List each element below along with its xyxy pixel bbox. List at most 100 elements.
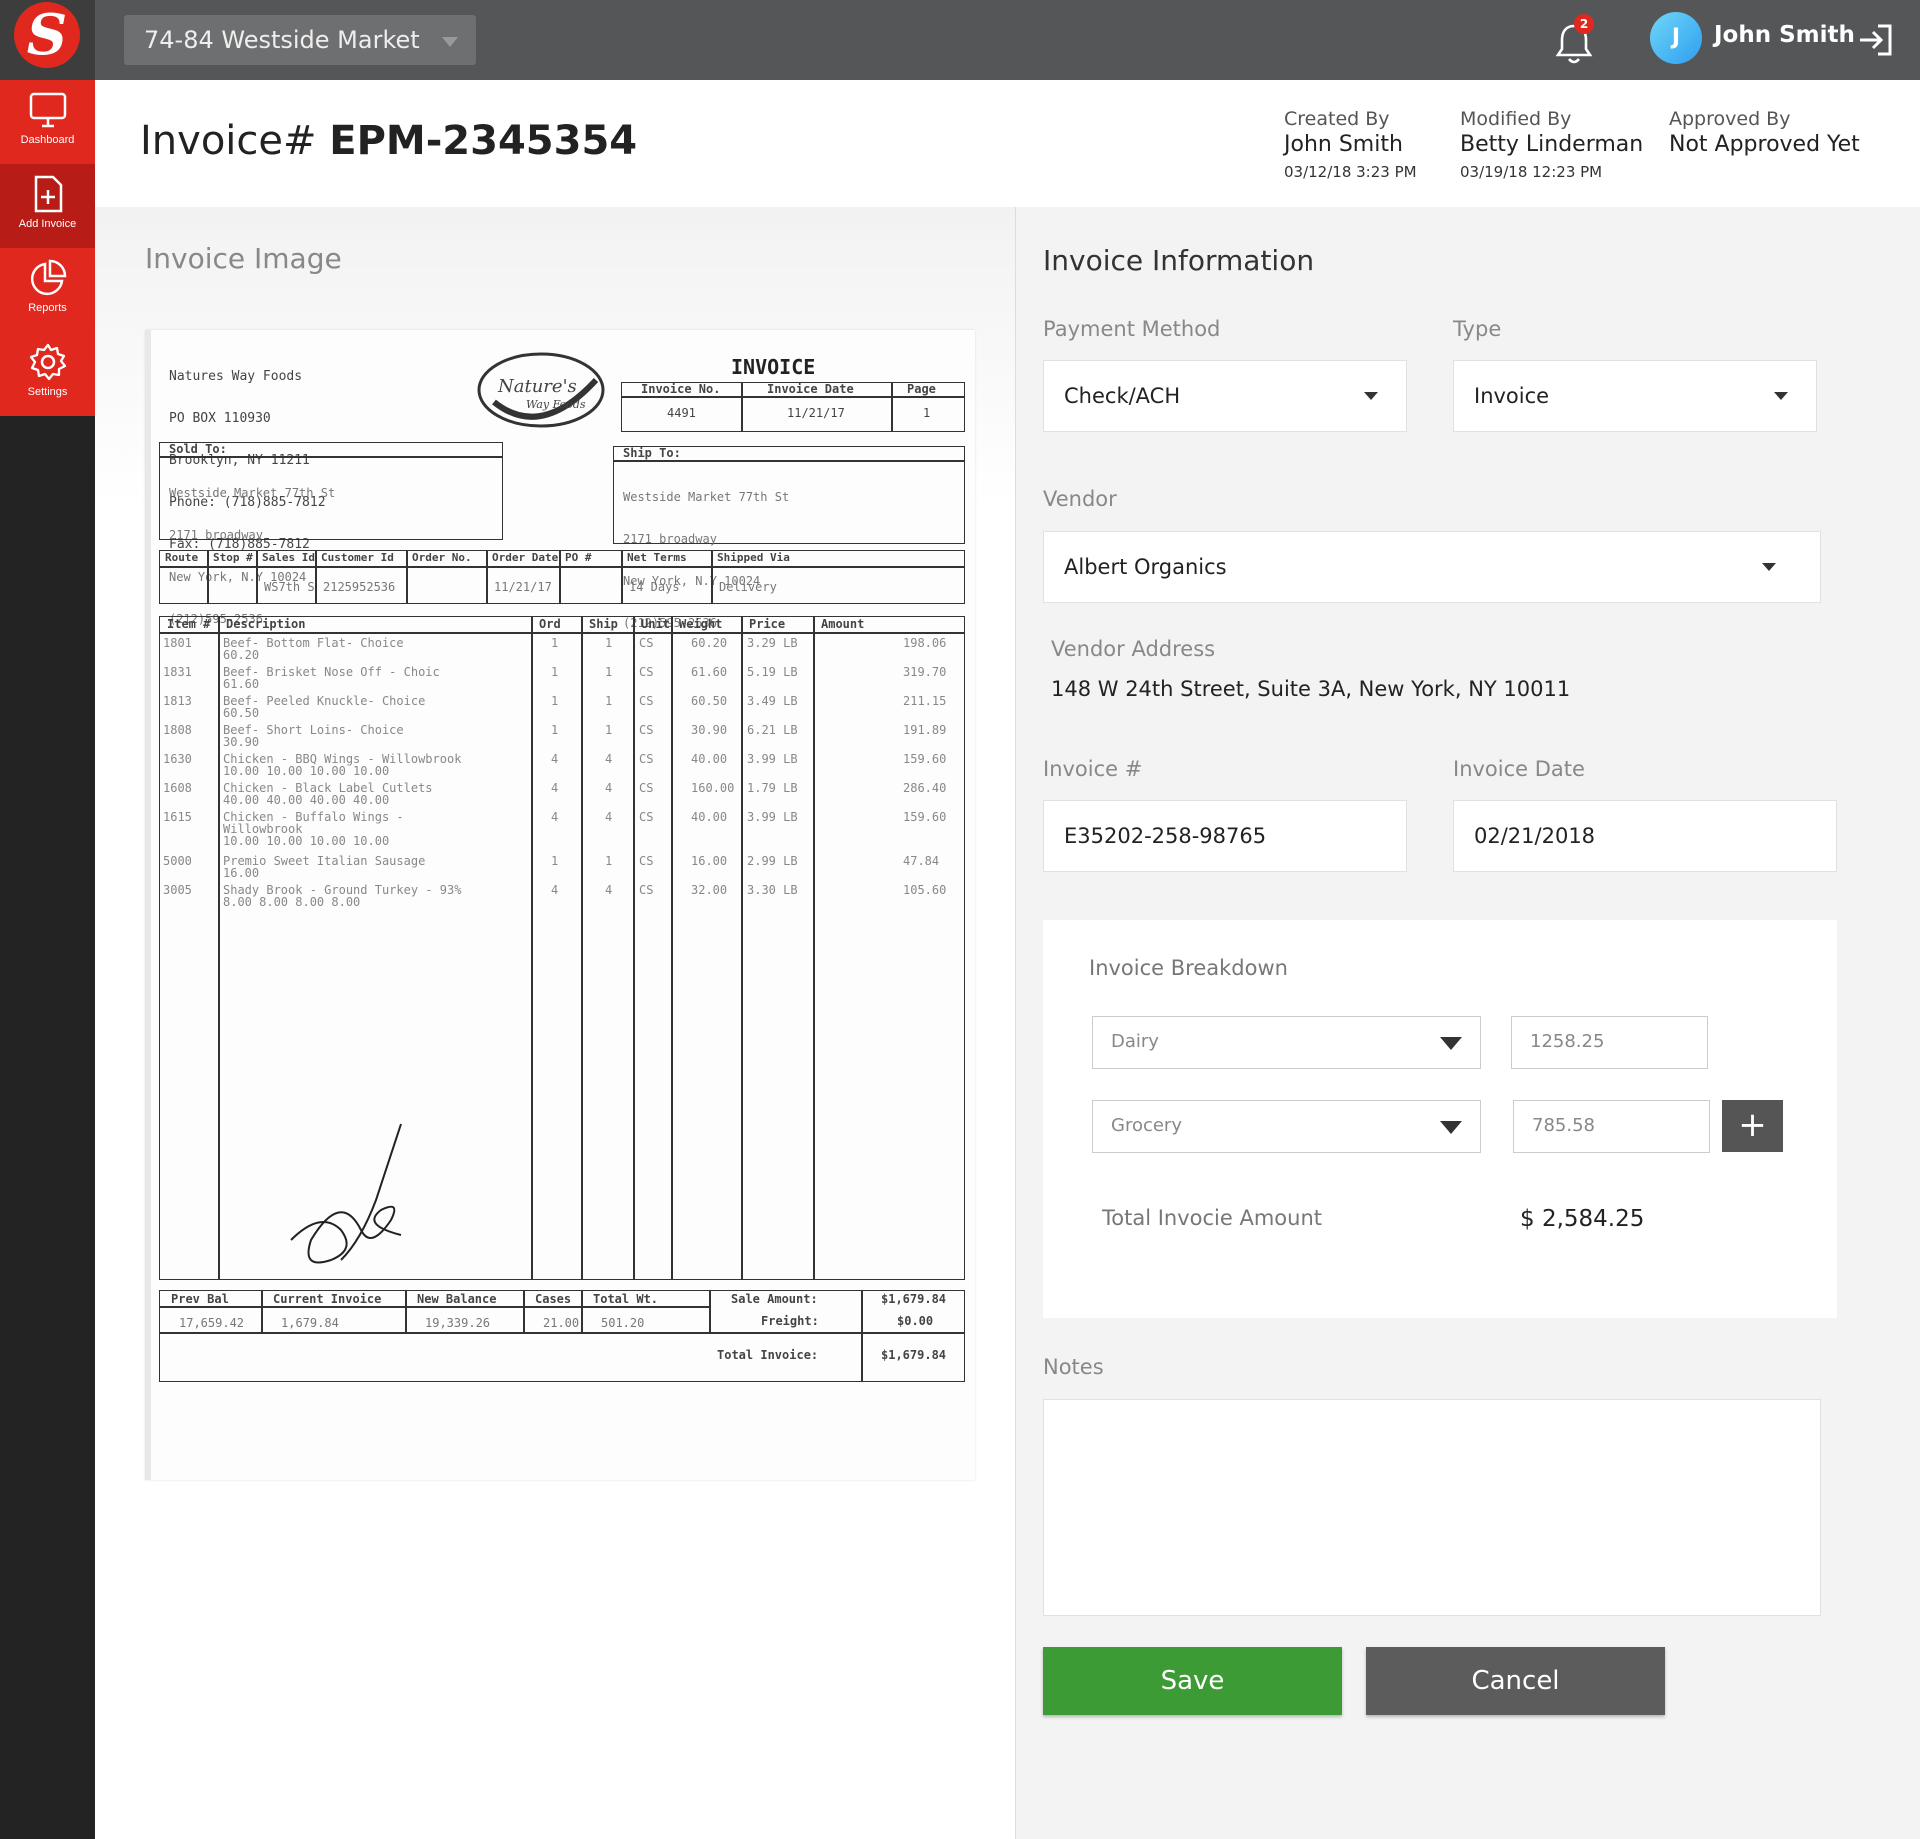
invoice-date-input[interactable]: 02/21/2018 — [1453, 800, 1837, 872]
svg-text:Way Foods: Way Foods — [526, 398, 586, 411]
doc-total-invoice-label: Total Invoice: — [717, 1348, 819, 1362]
created-by-label: Created By — [1284, 108, 1390, 130]
doc-line-ship: 4 — [605, 781, 613, 795]
doc-rule — [256, 550, 258, 604]
doc-page-label: Page — [907, 382, 936, 396]
doc-line-unit: CS — [639, 723, 654, 737]
payment-method-select[interactable]: Check/ACH — [1043, 360, 1407, 432]
doc-line-ship: 1 — [605, 854, 613, 868]
doc-rule — [315, 550, 317, 604]
app-logo[interactable]: S — [0, 0, 95, 80]
invoice-no-label: Invoice # — [1043, 757, 1143, 781]
doc-order-header: Stop # — [213, 551, 253, 564]
vendor-select[interactable]: Albert Organics — [1043, 531, 1821, 603]
doc-order-value: WS7th S — [264, 580, 315, 594]
doc-rule — [159, 1332, 965, 1334]
breakdown-amount-input[interactable]: 785.58 — [1513, 1100, 1710, 1153]
doc-line-sub: 40.00 40.00 40.00 40.00 — [223, 793, 390, 807]
doc-totals-header: Total Wt. — [593, 1292, 659, 1306]
doc-heading: INVOICE — [731, 355, 816, 379]
doc-order-header: PO # — [565, 551, 592, 564]
doc-text: Westside Market 77th St — [169, 486, 336, 500]
doc-line-sub: 30.90 — [223, 735, 260, 749]
invoice-info-title: Invoice Information — [1043, 244, 1315, 277]
invoice-image[interactable]: Natures Way Foods PO BOX 110930 Brooklyn… — [145, 330, 975, 1480]
doc-order-header: Net Terms — [627, 551, 687, 564]
sidebar-item-add-invoice[interactable]: Add Invoice — [0, 164, 95, 248]
payment-method-label: Payment Method — [1043, 317, 1221, 341]
avatar[interactable]: J — [1650, 12, 1702, 64]
store-selector[interactable]: 74-84 Westside Market — [124, 15, 476, 65]
doc-text: 2171 broadway — [623, 532, 717, 546]
doc-rule — [741, 382, 743, 432]
vendor-address-value: 148 W 24th Street, Suite 3A, New York, N… — [1051, 677, 1571, 701]
add-breakdown-button[interactable]: + — [1722, 1100, 1783, 1152]
doc-line-item: 1608 — [163, 781, 192, 795]
doc-order-value: Delivery — [719, 580, 777, 594]
vendor-address-label: Vendor Address — [1051, 637, 1216, 661]
doc-line-price: 1.79 LB — [747, 781, 798, 795]
sidebar-item-label: Reports — [28, 302, 67, 314]
notes-textarea[interactable] — [1043, 1399, 1821, 1616]
doc-rule — [581, 616, 583, 1280]
doc-line-weight: 160.00 — [691, 781, 735, 795]
doc-rule — [621, 396, 965, 398]
doc-totals-value: 1,679.84 — [281, 1316, 339, 1330]
doc-line-price: 5.19 LB — [747, 665, 798, 679]
doc-rule — [218, 616, 220, 1280]
doc-line-header: Ship — [589, 617, 618, 631]
doc-line-price: 3.99 LB — [747, 752, 798, 766]
doc-rule — [861, 1290, 863, 1382]
doc-rule — [813, 616, 815, 1280]
doc-freight-label: Freight: — [761, 1314, 819, 1328]
doc-line-ord: 1 — [551, 854, 559, 868]
type-select[interactable]: Invoice — [1453, 360, 1817, 432]
doc-rule — [671, 616, 673, 1280]
breakdown-category-select[interactable]: Dairy — [1092, 1016, 1481, 1069]
cancel-button[interactable]: Cancel — [1366, 1647, 1665, 1715]
doc-freight: $0.00 — [897, 1314, 934, 1328]
doc-line-sub: 16.00 — [223, 866, 260, 880]
doc-line-item: 1615 — [163, 810, 192, 824]
doc-lines-box — [159, 616, 965, 1280]
doc-line-unit: CS — [639, 781, 654, 795]
doc-line-ship: 4 — [605, 752, 613, 766]
user-name[interactable]: John Smith — [1714, 22, 1855, 48]
doc-line-header: Weight — [679, 617, 723, 631]
save-button[interactable]: Save — [1043, 1647, 1342, 1715]
invoice-no-input[interactable]: E35202-258-98765 — [1043, 800, 1407, 872]
approved-by-label: Approved By — [1669, 108, 1791, 130]
created-by: Created By John Smith 03/12/18 3:23 PM — [1284, 108, 1417, 181]
breakdown-category-value: Dairy — [1111, 1031, 1159, 1052]
notification-badge: 2 — [1574, 14, 1594, 34]
chevron-down-icon — [1440, 1121, 1462, 1134]
doc-rule — [581, 1290, 583, 1334]
created-by-date: 03/12/18 3:23 PM — [1284, 163, 1417, 181]
breakdown-amount-input[interactable]: 1258.25 — [1511, 1016, 1708, 1069]
doc-line-weight: 40.00 — [691, 810, 728, 824]
sidebar-item-reports[interactable]: Reports — [0, 248, 95, 332]
doc-line-sub: 10.00 10.00 10.00 10.00 — [223, 764, 390, 778]
sidebar-item-label: Settings — [27, 386, 68, 398]
doc-line-weight: 60.50 — [691, 694, 728, 708]
doc-totals-header: New Balance — [417, 1292, 497, 1306]
doc-totals-value: 21.00 — [543, 1316, 580, 1330]
doc-line-weight: 32.00 — [691, 883, 728, 897]
doc-line-ord: 4 — [551, 781, 559, 795]
svg-text:Nature's: Nature's — [497, 376, 577, 397]
modified-by-label: Modified By — [1460, 108, 1572, 130]
doc-line-amount: 159.60 — [903, 810, 947, 824]
doc-line-sub: 60.20 — [223, 648, 260, 662]
sidebar-item-dashboard[interactable]: Dashboard — [0, 80, 95, 164]
doc-order-value: 11/21/17 — [494, 580, 552, 594]
doc-line-header: Item # — [167, 617, 211, 631]
doc-invoice-date-label: Invoice Date — [767, 382, 854, 396]
doc-invoice-date: 11/21/17 — [787, 406, 845, 420]
doc-line-amount: 211.15 — [903, 694, 947, 708]
breakdown-category-select[interactable]: Grocery — [1092, 1100, 1481, 1153]
doc-line-amount: 319.70 — [903, 665, 947, 679]
doc-totals-header: Prev Bal — [171, 1292, 229, 1306]
sidebar-item-settings[interactable]: Settings — [0, 332, 95, 416]
doc-line-sub: 8.00 8.00 8.00 8.00 — [223, 895, 361, 909]
logout-icon[interactable] — [1856, 20, 1896, 60]
